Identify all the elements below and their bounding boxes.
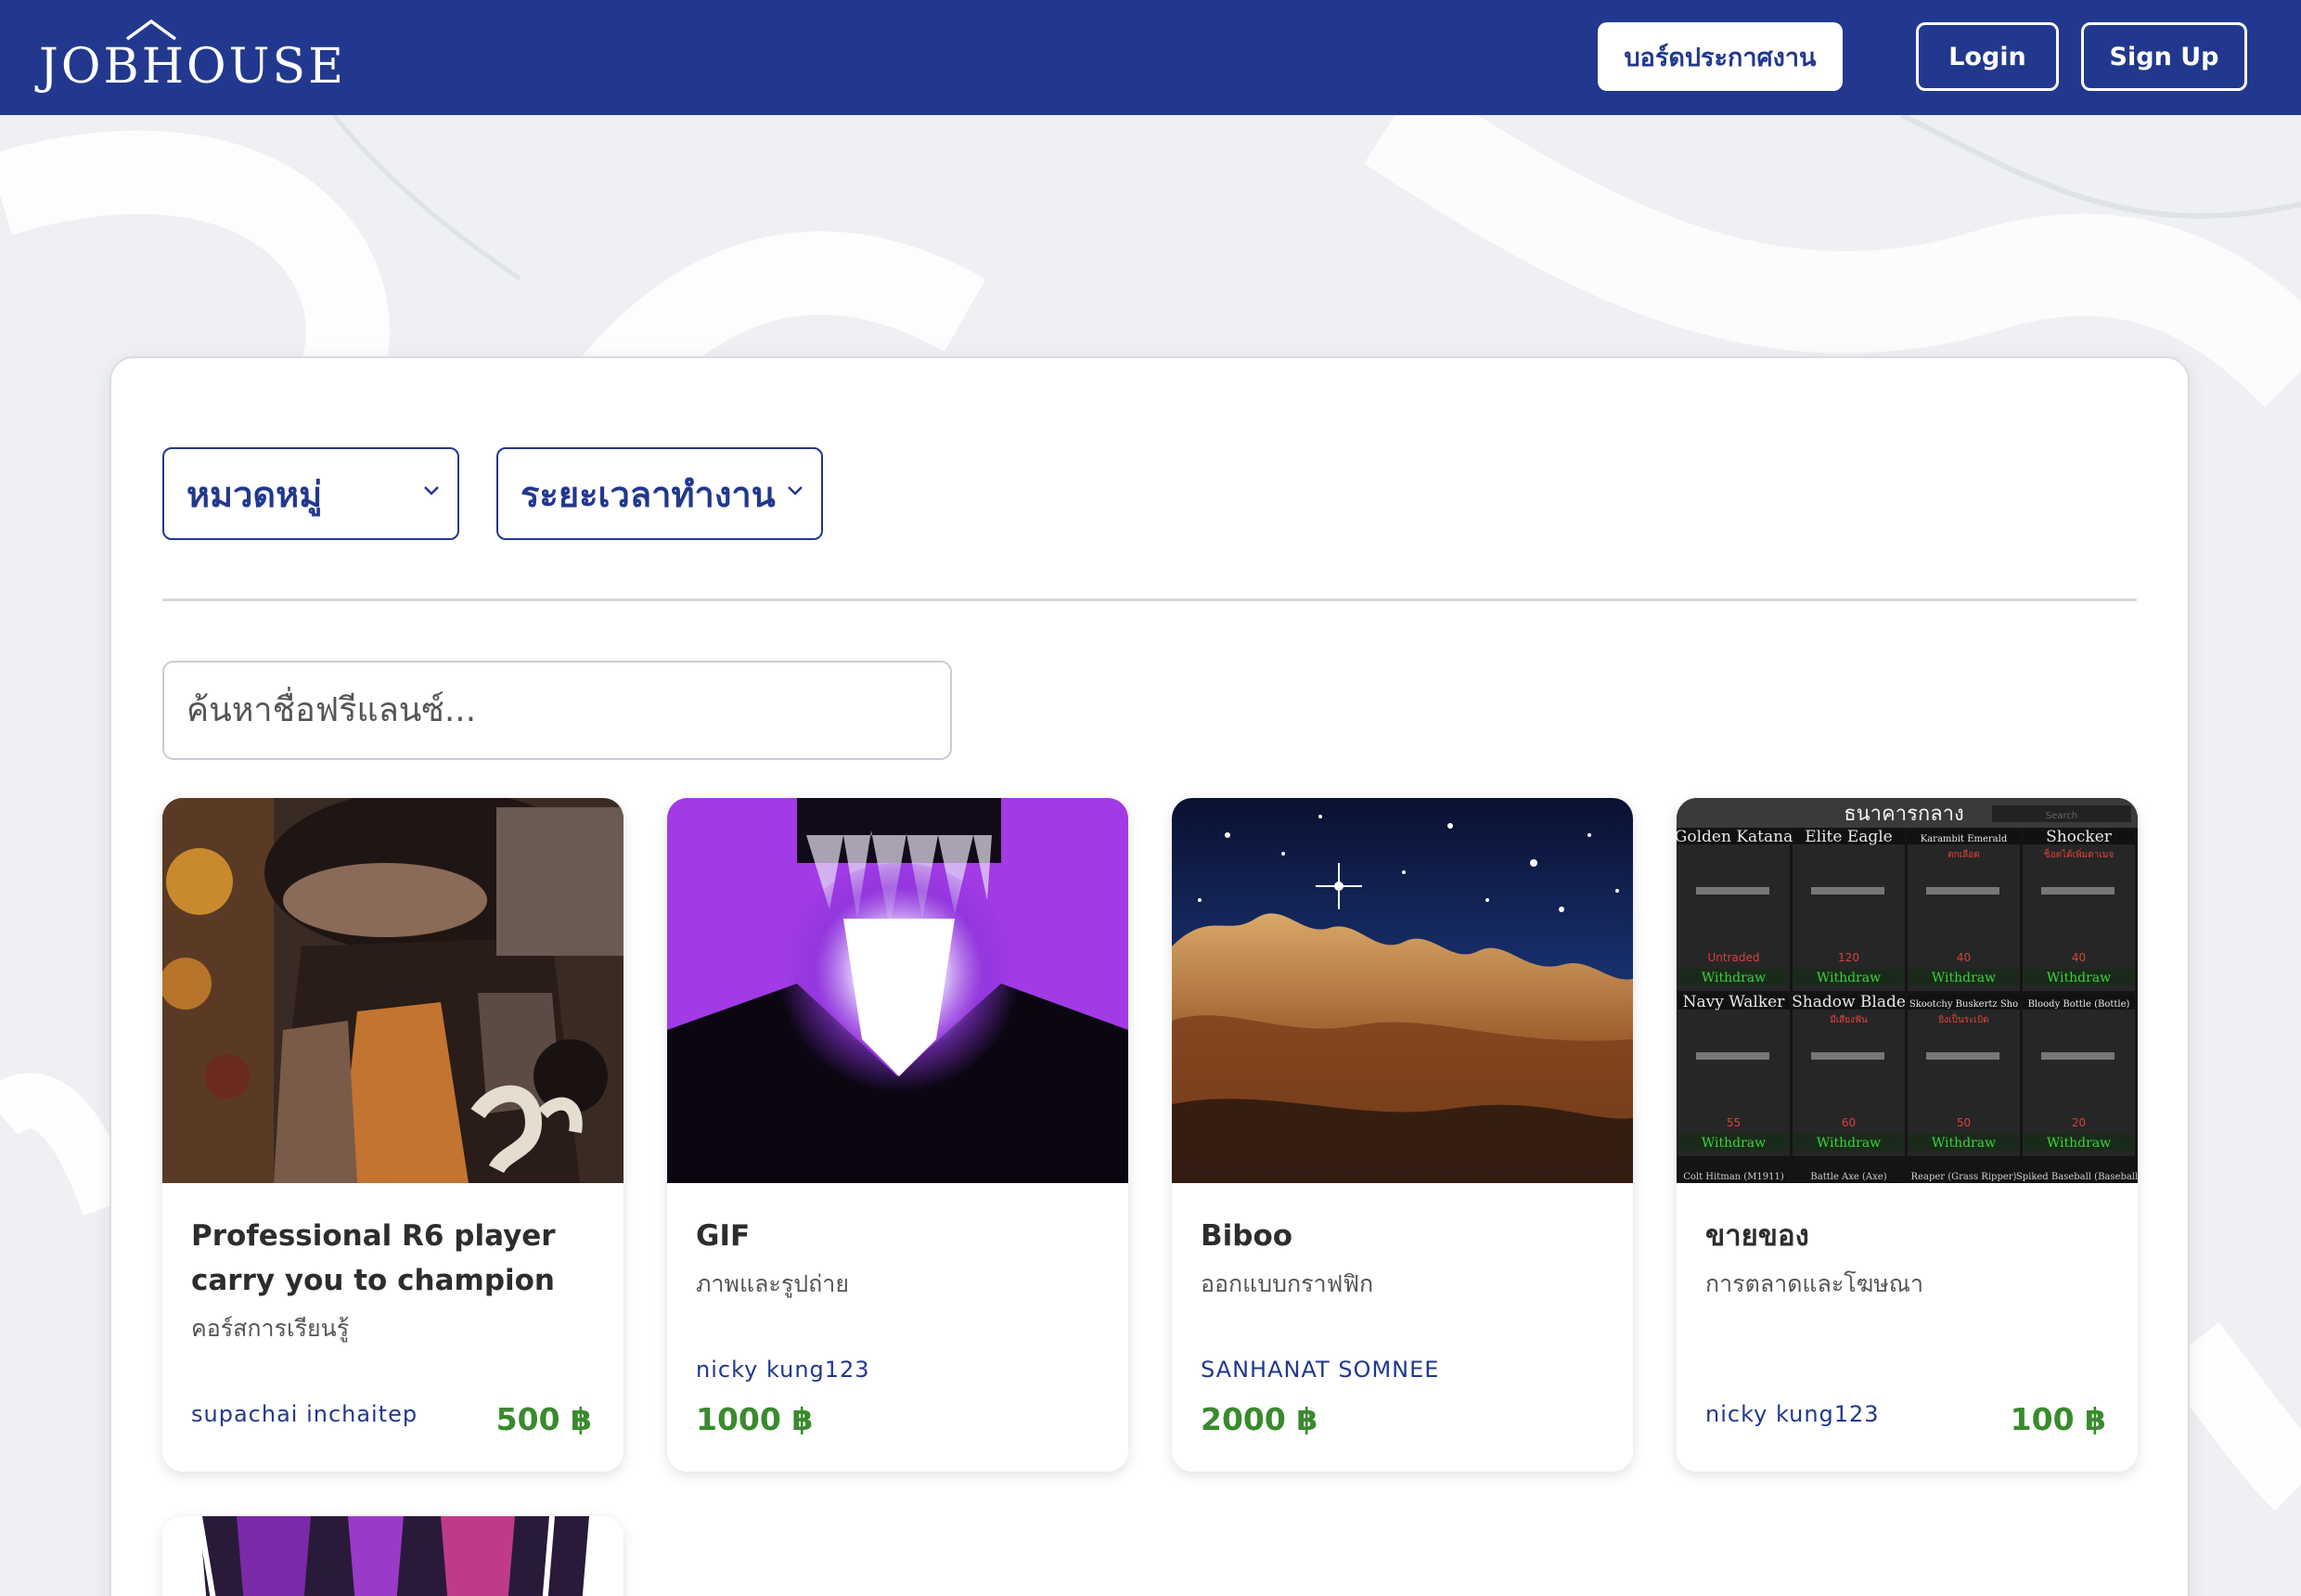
withdraw-label: Withdraw	[1932, 1136, 1996, 1151]
inventory-weapon-icon	[1926, 887, 1999, 895]
card-category: คอร์สการเรียนรู้	[191, 1315, 350, 1342]
card-seller[interactable]: nicky kung123	[696, 1357, 870, 1383]
inventory-item-name: Shadow Blade	[1792, 993, 1906, 1011]
chevron-down-icon	[788, 486, 803, 496]
inventory-item-name: Golden Katana	[1677, 828, 1793, 846]
duration-select-label: ระยะเวลาทำงาน	[521, 473, 776, 515]
inventory-item-name: Bloody Bottle (Bottle)	[2028, 999, 2130, 1010]
chevron-down-icon	[424, 486, 439, 496]
withdraw-label: Withdraw	[1702, 971, 1766, 985]
service-thumbnail	[1172, 798, 1633, 1183]
filter-divider	[162, 598, 2137, 601]
inventory-item-value: 40	[2072, 951, 2086, 964]
inventory-slot	[1678, 995, 1790, 1156]
jobhouse-logo[interactable]: JOBHOUSE	[39, 19, 347, 95]
inventory-item-note: ตกเลือด	[1947, 849, 1980, 860]
card-title[interactable]: Professional R6 player carry you to cham…	[191, 1214, 599, 1303]
inventory-search: Search	[2046, 811, 2077, 821]
withdraw-label: Withdraw	[2047, 971, 2111, 985]
game-inventory-screenshot: ธนาคารกลาง Search Golden Katana Untraded W…	[1677, 798, 2138, 1183]
card-seller[interactable]: supachai inchaitep	[191, 1401, 418, 1427]
job-board-button[interactable]: บอร์ดประกาศงาน	[1598, 22, 1843, 91]
inventory-item-name: Elite Eagle	[1805, 828, 1893, 846]
withdraw-label: Withdraw	[1817, 1136, 1881, 1151]
card-seller[interactable]: SANHANAT SOMNEE	[1201, 1357, 1439, 1383]
service-card[interactable]: ธนาคารกลาง Search Golden Katana Untraded W…	[1677, 798, 2138, 1472]
inventory-bottom-label: Battle Axe (Axe)	[1810, 1172, 1886, 1182]
inventory-slot	[1678, 830, 1790, 991]
service-card[interactable]: Professional R6 player carry you to cham…	[162, 798, 623, 1472]
card-price: 2000 ฿	[1201, 1401, 1318, 1437]
card-price: 100 ฿	[2010, 1401, 2106, 1437]
service-thumbnail	[162, 798, 623, 1183]
category-select-label: หมวดหมู่	[186, 473, 323, 515]
card-category: ออกแบบกราฟฟิก	[1201, 1270, 1374, 1297]
inventory-weapon-icon	[1811, 887, 1884, 895]
card-category: ภาพและรูปถ่าย	[696, 1270, 849, 1297]
logo-text: JOBHOUSE	[39, 39, 347, 95]
house-roof-icon	[125, 19, 177, 41]
withdraw-label: Withdraw	[2047, 1136, 2111, 1151]
card-title[interactable]: GIF	[696, 1214, 1104, 1258]
login-button[interactable]: Login	[1916, 22, 2059, 91]
inventory-weapon-icon	[1926, 1052, 1999, 1060]
category-select[interactable]: หมวดหมู่	[162, 447, 459, 540]
inventory-weapon-icon	[1696, 1052, 1769, 1060]
freelancer-search-input[interactable]	[162, 661, 952, 760]
inventory-item-value: 20	[2072, 1116, 2086, 1129]
inventory-item-value: 50	[1957, 1116, 1971, 1129]
withdraw-label: Withdraw	[1817, 971, 1881, 985]
inventory-header: ธนาคารกลาง	[1844, 803, 1964, 826]
service-thumbnail	[162, 1516, 623, 1596]
inventory-slot	[2023, 995, 2135, 1156]
inventory-bottom-label: Reaper (Grass Ripper)	[1911, 1172, 2017, 1182]
inventory-bottom-label: Colt Hitman (M1911)	[1683, 1172, 1784, 1182]
withdraw-label: Withdraw	[1932, 971, 1996, 985]
card-title[interactable]: Biboo	[1201, 1214, 1609, 1258]
inventory-weapon-icon	[1696, 887, 1769, 895]
inventory-item-note: มีเสียงฟัน	[1830, 1014, 1868, 1025]
inventory-weapon-icon	[2041, 887, 2115, 895]
inventory-item-value: 40	[1957, 951, 1971, 964]
inventory-item-name: Skootchy Buskertz Sho	[1909, 999, 2018, 1010]
inventory-weapon-icon	[1811, 1052, 1884, 1060]
card-category: การตลาดและโฆษณา	[1705, 1270, 1923, 1297]
inventory-item-name: Shocker	[2046, 828, 2113, 846]
inventory-bottom-label: Spiked Baseball (Baseball)	[2016, 1172, 2138, 1182]
card-price: 1000 ฿	[696, 1401, 814, 1437]
top-navbar: JOBHOUSE บอร์ดประกาศงาน Login Sign Up	[0, 0, 2301, 115]
card-title[interactable]: ขายของ	[1705, 1214, 2114, 1258]
service-card[interactable]	[162, 1516, 623, 1596]
inventory-item-name: Karambit Emerald	[1921, 834, 2008, 844]
service-card[interactable]: Biboo ออกแบบกราฟฟิก SANHANAT SOMNEE 2000…	[1172, 798, 1633, 1472]
inventory-weapon-icon	[2041, 1052, 2115, 1060]
duration-select[interactable]: ระยะเวลาทำงาน	[496, 447, 823, 540]
inventory-slot	[1793, 830, 1905, 991]
card-seller[interactable]: nicky kung123	[1705, 1401, 1880, 1427]
inventory-item-value: 120	[1838, 951, 1859, 964]
inventory-item-name: Navy Walker	[1683, 993, 1786, 1011]
signup-button[interactable]: Sign Up	[2081, 22, 2247, 91]
inventory-item-value: Untraded	[1708, 951, 1760, 964]
inventory-item-note: ช็อตได้เพิ่มดาเมจ	[2044, 847, 2115, 860]
withdraw-label: Withdraw	[1702, 1136, 1766, 1151]
service-thumbnail	[667, 798, 1128, 1183]
inventory-item-note: ยิงเป็นระเบิด	[1938, 1012, 1989, 1025]
card-price: 500 ฿	[495, 1401, 592, 1437]
inventory-item-value: 60	[1842, 1116, 1856, 1129]
service-card[interactable]: GIF ภาพและรูปถ่าย nicky kung123 1000 ฿	[667, 798, 1128, 1472]
inventory-item-value: 55	[1727, 1116, 1741, 1129]
